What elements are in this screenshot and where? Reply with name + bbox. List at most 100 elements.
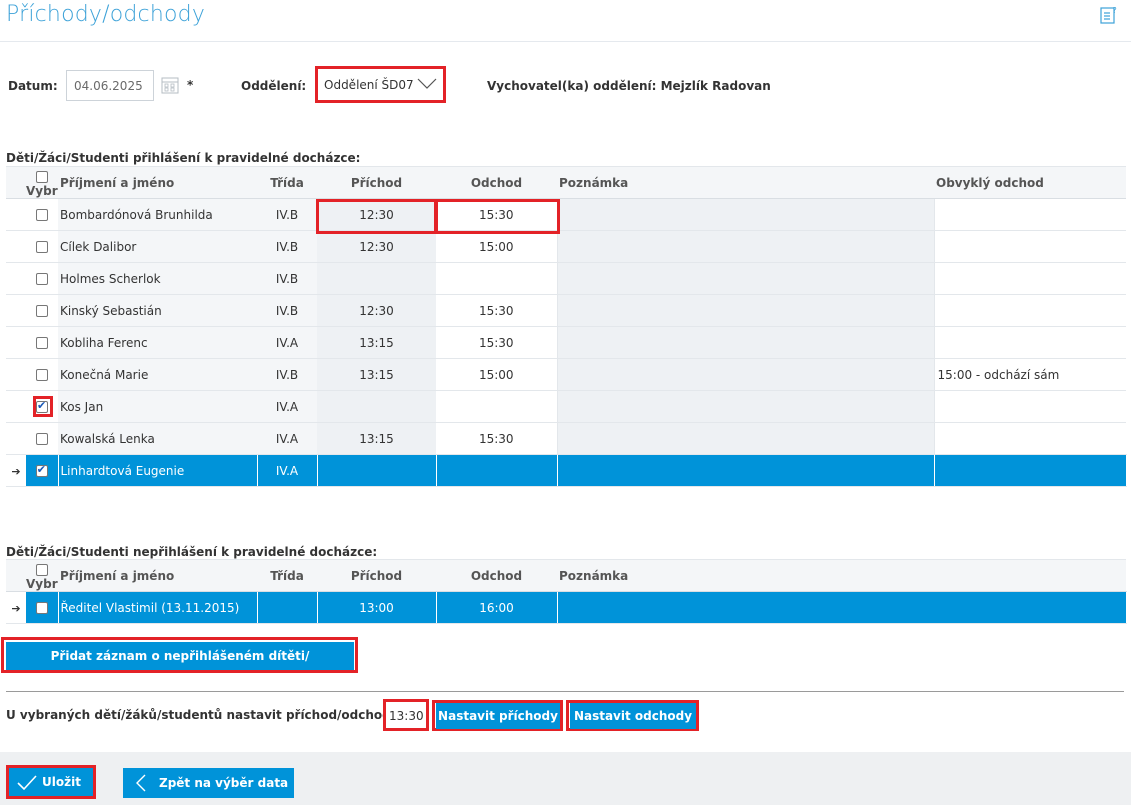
row-note[interactable] xyxy=(556,454,935,487)
row-note[interactable] xyxy=(556,262,935,295)
row-arrow-cell xyxy=(6,422,26,455)
teacher-info: Vychovatel(ka) oddělení: Mejzlík Radovan xyxy=(487,79,771,93)
table-row[interactable]: Kowalská Lenka IV.A 13:15 15:30 xyxy=(6,422,1126,455)
table-row[interactable]: ➔ Ředitel Vlastimil (13.11.2015) 13:00 16:0… xyxy=(6,591,1127,624)
department-label: Oddělení: xyxy=(241,79,307,93)
name-column-header[interactable]: Příjmení a jméno xyxy=(58,559,257,592)
bulk-time-input[interactable]: 13:30 xyxy=(383,699,429,731)
arrow-header xyxy=(6,166,26,199)
row-arrival[interactable]: 13:15 xyxy=(317,358,436,391)
select-all-checkbox[interactable] xyxy=(36,170,48,183)
class-column-header[interactable]: Třída xyxy=(257,166,317,199)
note-column-header[interactable]: Poznámka xyxy=(557,166,934,199)
row-departure[interactable]: 15:30 xyxy=(436,422,557,455)
row-arrival[interactable]: 13:00 xyxy=(317,591,437,624)
row-checkbox[interactable] xyxy=(36,273,48,285)
row-arrow-cell xyxy=(6,198,26,231)
table-row[interactable]: Cílek Dalibor IV.B 12:30 15:00 xyxy=(6,230,1126,263)
row-arrival[interactable] xyxy=(317,262,436,295)
name-column-header[interactable]: Příjmení a jméno xyxy=(58,166,257,199)
row-name: Kowalská Lenka xyxy=(58,422,257,455)
row-departure[interactable] xyxy=(436,454,558,487)
arrival-column-header[interactable]: Příchod xyxy=(317,559,436,592)
row-departure[interactable]: 15:30 xyxy=(436,198,557,231)
row-select-cell xyxy=(26,198,58,231)
row-arrival[interactable] xyxy=(317,390,436,423)
row-name: Kinský Sebastián xyxy=(58,294,257,327)
table-header-row: Vybrat Příjmení a jméno Třída Příchod Od… xyxy=(6,559,1126,592)
calendar-icon[interactable] xyxy=(161,76,179,94)
row-arrow-cell: ➔ xyxy=(6,454,26,487)
row-note[interactable] xyxy=(556,422,935,455)
row-departure[interactable]: 15:00 xyxy=(436,230,557,263)
row-arrival[interactable] xyxy=(317,454,437,487)
usual-departure-column-header[interactable]: Obvyklý odchod xyxy=(934,166,1126,199)
row-checkbox[interactable] xyxy=(36,337,48,349)
class-column-header[interactable]: Třída xyxy=(257,559,317,592)
row-departure[interactable]: 15:30 xyxy=(436,294,557,327)
row-checkbox[interactable] xyxy=(36,369,48,381)
row-note[interactable] xyxy=(556,591,1127,624)
row-class: IV.B xyxy=(257,294,317,327)
departure-column-header[interactable]: Odchod xyxy=(436,166,557,199)
row-arrival[interactable]: 12:30 xyxy=(317,198,436,231)
row-note[interactable] xyxy=(556,358,935,391)
row-checkbox[interactable] xyxy=(36,305,48,317)
row-departure[interactable]: 16:00 xyxy=(436,591,558,624)
arrival-column-header[interactable]: Příchod xyxy=(317,166,436,199)
svg-text:?: ? xyxy=(1113,6,1117,15)
row-departure[interactable] xyxy=(436,262,557,295)
table-row[interactable]: ➔ Linhardtová EugenieIV.A xyxy=(6,454,1127,487)
table-row[interactable]: Bombardónová Brunhilda IV.B 12:30 15:30 xyxy=(6,198,1126,231)
registered-table: Vybrat Příjmení a jméno Třída Příchod Od… xyxy=(6,166,1127,487)
arrow-header xyxy=(6,559,26,592)
table-row[interactable]: Kobliha Ferenc IV.A 13:15 15:30 xyxy=(6,326,1126,359)
row-select-cell xyxy=(26,326,58,359)
row-checkbox[interactable] xyxy=(35,463,48,477)
row-arrival[interactable]: 12:30 xyxy=(317,294,436,327)
row-departure[interactable]: 15:30 xyxy=(436,326,557,359)
row-checkbox[interactable] xyxy=(36,399,48,413)
row-departure[interactable] xyxy=(436,390,557,423)
row-checkbox[interactable] xyxy=(36,433,48,445)
row-class: IV.B xyxy=(257,262,317,295)
departure-column-header[interactable]: Odchod xyxy=(436,559,557,592)
row-checkbox[interactable] xyxy=(36,241,48,253)
row-note[interactable] xyxy=(556,390,935,423)
set-departures-button[interactable]: Nastavit odchody xyxy=(570,703,696,729)
row-name: Holmes Scherlok xyxy=(58,262,257,295)
date-input[interactable]: 04.06.2025 xyxy=(66,70,154,101)
set-arrivals-button[interactable]: Nastavit příchody xyxy=(436,703,560,729)
row-checkbox[interactable] xyxy=(35,602,48,614)
page-title: Příchody/odchody xyxy=(6,2,206,27)
row-checkbox[interactable] xyxy=(36,209,48,221)
divider xyxy=(6,691,1124,692)
arrow-right-icon: ➔ xyxy=(11,601,21,615)
row-select-cell xyxy=(26,422,58,455)
help-icon[interactable]: ? xyxy=(1099,5,1119,25)
row-note[interactable] xyxy=(556,198,935,231)
table-row[interactable]: Konečná Marie IV.B 13:15 15:00 15:00 - odchá… xyxy=(6,358,1126,391)
back-label: Zpět na výběr data xyxy=(159,776,289,790)
row-note[interactable] xyxy=(556,294,935,327)
table-row[interactable]: Kos JanIV.A xyxy=(6,390,1126,423)
add-unregistered-button[interactable]: Přidat záznam o nepřihlášeném dítěti/žák… xyxy=(6,642,354,691)
save-button[interactable]: Uložit xyxy=(6,765,96,799)
note-column-header[interactable]: Poznámka xyxy=(557,559,1126,592)
row-note[interactable] xyxy=(556,230,935,263)
table-row[interactable]: Kinský Sebastián IV.B 12:30 15:30 xyxy=(6,294,1126,327)
back-to-date-button[interactable]: Zpět na výběr data xyxy=(123,768,294,798)
select-all-header: Vybrat xyxy=(26,559,71,592)
row-arrival[interactable]: 13:15 xyxy=(317,326,436,359)
row-arrival[interactable]: 13:15 xyxy=(317,422,436,455)
row-arrow-cell xyxy=(6,390,26,423)
row-select-cell xyxy=(26,294,58,327)
department-select[interactable]: Oddělení ŠD07 xyxy=(315,66,446,103)
row-class: IV.A xyxy=(257,326,317,359)
row-note[interactable] xyxy=(556,326,935,359)
row-arrival[interactable]: 12:30 xyxy=(317,230,436,263)
table-row[interactable]: Holmes Scherlok IV.B xyxy=(6,262,1126,295)
select-all-checkbox[interactable] xyxy=(36,563,48,576)
row-departure[interactable]: 15:00 xyxy=(436,358,557,391)
page-header: Příchody/odchody ? xyxy=(0,0,1131,42)
